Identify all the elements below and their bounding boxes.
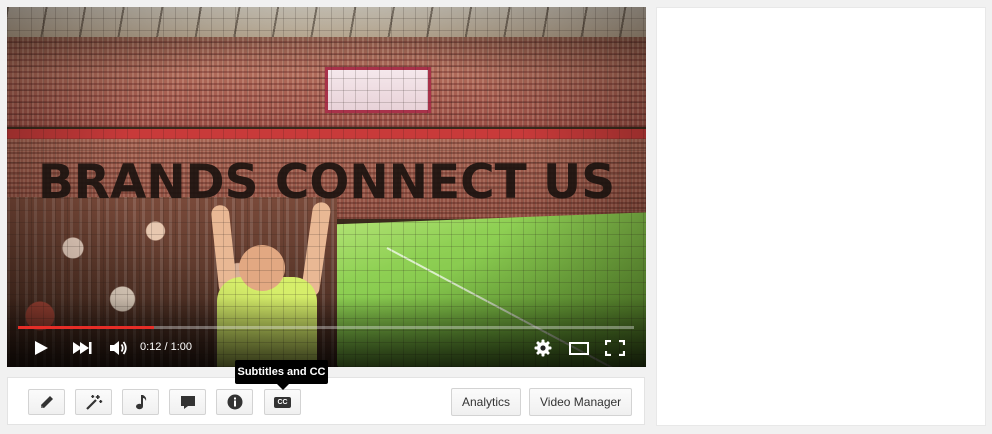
next-button[interactable] [72, 341, 92, 360]
settings-button[interactable] [534, 339, 552, 362]
tooltip: Subtitles and CC [235, 360, 328, 384]
video-overlay-title: BRANDS CONNECT US [37, 155, 616, 210]
edit-button[interactable] [28, 389, 65, 415]
theater-mode-icon [569, 342, 589, 355]
gear-icon [534, 339, 552, 357]
play-icon [35, 341, 48, 355]
fullscreen-icon [604, 339, 626, 357]
progress-bar[interactable] [18, 326, 634, 329]
tooltip-arrow [277, 384, 289, 390]
volume-icon [110, 341, 127, 355]
info-settings-button[interactable] [216, 389, 253, 415]
theater-mode-button[interactable] [569, 342, 589, 360]
volume-button[interactable] [109, 340, 129, 361]
info-icon [227, 394, 242, 410]
audio-button[interactable] [122, 389, 159, 415]
pencil-icon [40, 396, 53, 408]
music-note-icon [135, 395, 146, 410]
video-manager-button[interactable]: Video Manager [529, 388, 633, 416]
side-panel [656, 7, 986, 426]
video-player[interactable]: BRANDS CONNECT US 0:12 / 1:00 [7, 7, 646, 367]
analytics-button[interactable]: Analytics [451, 388, 522, 416]
next-icon [73, 342, 92, 354]
cc-icon: CC [274, 396, 291, 408]
play-button[interactable] [33, 340, 49, 361]
comment-icon [180, 395, 195, 409]
fullscreen-button[interactable] [604, 339, 626, 361]
subtitles-cc-button[interactable]: CC [264, 389, 301, 415]
cc-icon-label: CC [277, 398, 288, 406]
annotations-button[interactable] [169, 389, 206, 415]
progress-bar-fill [18, 326, 154, 329]
video-edit-toolbar: CC Analytics Video Manager [7, 377, 645, 425]
enhancements-button[interactable] [75, 389, 112, 415]
time-display: 0:12 / 1:00 [140, 341, 192, 353]
magic-wand-icon [85, 395, 102, 410]
